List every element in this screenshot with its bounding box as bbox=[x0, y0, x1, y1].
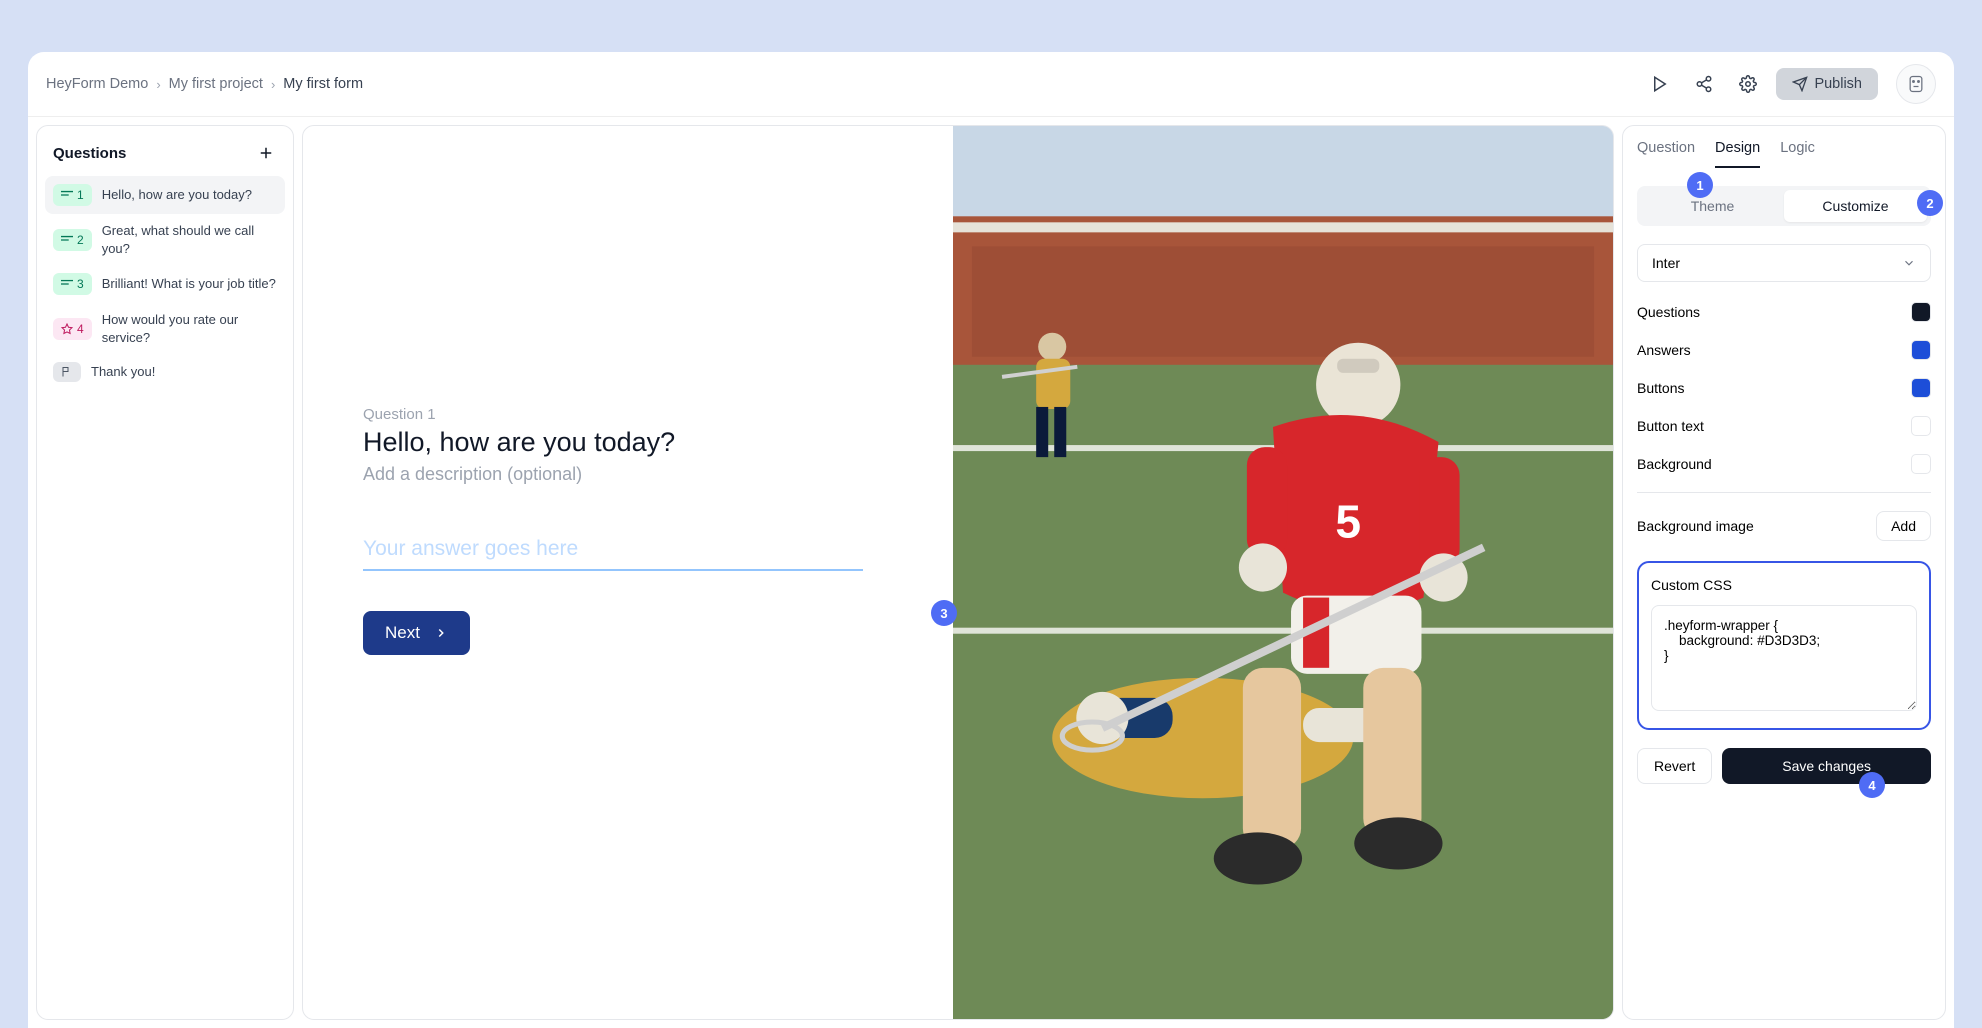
question-type-badge bbox=[53, 362, 81, 382]
save-changes-button[interactable]: Save changes bbox=[1722, 748, 1931, 784]
question-type-badge: 1 bbox=[53, 184, 92, 206]
question-image: 5 3 bbox=[953, 126, 1613, 1019]
tab-question[interactable]: Question bbox=[1637, 140, 1695, 168]
font-select[interactable]: Inter bbox=[1637, 244, 1931, 282]
text-icon bbox=[61, 190, 73, 200]
question-number: 2 bbox=[77, 233, 84, 247]
questions-color-swatch[interactable] bbox=[1911, 302, 1931, 322]
next-label: Next bbox=[385, 623, 420, 643]
breadcrumb-item-project[interactable]: My first project bbox=[169, 76, 263, 92]
question-description[interactable]: Add a description (optional) bbox=[363, 464, 883, 485]
custom-css-textarea[interactable] bbox=[1651, 605, 1917, 711]
answers-color-swatch[interactable] bbox=[1911, 340, 1931, 360]
question-type-badge: 4 bbox=[53, 318, 92, 340]
annotation-badge: 3 bbox=[931, 600, 957, 626]
subtab-theme[interactable]: Theme bbox=[1641, 190, 1784, 222]
add-question-button[interactable] bbox=[255, 142, 277, 164]
question-text: How would you rate our service? bbox=[102, 311, 277, 346]
app-window: HeyForm Demo › My first project › My fir… bbox=[28, 52, 1954, 1028]
preview-button[interactable] bbox=[1640, 64, 1680, 104]
question-item[interactable]: 3 Brilliant! What is your job title? bbox=[45, 265, 285, 303]
tab-design[interactable]: Design bbox=[1715, 140, 1760, 168]
answer-input[interactable] bbox=[363, 529, 863, 571]
button-text-color-swatch[interactable] bbox=[1911, 416, 1931, 436]
question-number: 1 bbox=[77, 188, 84, 202]
avatar-icon bbox=[1906, 74, 1926, 94]
chevron-right-icon bbox=[434, 626, 448, 640]
chevron-right-icon: › bbox=[271, 77, 275, 92]
form-preview-panel: Question 1 Hello, how are you today? Add… bbox=[302, 125, 1614, 1020]
settings-button[interactable] bbox=[1728, 64, 1768, 104]
question-item[interactable]: 1 Hello, how are you today? bbox=[45, 176, 285, 214]
add-background-image-button[interactable]: Add bbox=[1876, 511, 1931, 541]
background-color-swatch[interactable] bbox=[1911, 454, 1931, 474]
svg-text:5: 5 bbox=[1335, 495, 1361, 547]
buttons-color-swatch[interactable] bbox=[1911, 378, 1931, 398]
chevron-down-icon bbox=[1902, 256, 1916, 270]
header-actions: Publish bbox=[1640, 64, 1936, 104]
custom-css-block: Custom CSS bbox=[1637, 561, 1931, 730]
font-value: Inter bbox=[1652, 255, 1680, 271]
text-icon bbox=[61, 235, 73, 245]
questions-color-label: Questions bbox=[1637, 304, 1700, 320]
background-color-label: Background bbox=[1637, 456, 1712, 472]
question-item[interactable]: 2 Great, what should we call you? bbox=[45, 214, 285, 265]
tab-logic[interactable]: Logic bbox=[1780, 140, 1815, 168]
gear-icon bbox=[1739, 75, 1757, 93]
panel-tabs: Question Design Logic bbox=[1637, 140, 1931, 168]
text-icon bbox=[61, 279, 73, 289]
revert-button[interactable]: Revert bbox=[1637, 748, 1712, 784]
buttons-color-label: Buttons bbox=[1637, 380, 1684, 396]
share-icon bbox=[1695, 75, 1713, 93]
custom-css-label: Custom CSS bbox=[1651, 577, 1917, 593]
question-text: Great, what should we call you? bbox=[102, 222, 277, 257]
question-number: 4 bbox=[77, 322, 84, 336]
publish-label: Publish bbox=[1814, 76, 1862, 92]
sidebar-title: Questions bbox=[53, 145, 126, 162]
questions-sidebar: Questions 1 Hello, how are you today? 2 … bbox=[36, 125, 294, 1020]
star-icon bbox=[61, 323, 73, 335]
design-subtabs: Theme Customize bbox=[1637, 186, 1931, 226]
question-item[interactable]: Thank you! bbox=[45, 354, 285, 390]
question-type-badge: 3 bbox=[53, 273, 92, 295]
chevron-right-icon: › bbox=[156, 77, 160, 92]
question-label: Question 1 bbox=[363, 406, 883, 423]
question-text: Thank you! bbox=[91, 363, 277, 381]
breadcrumb: HeyForm Demo › My first project › My fir… bbox=[46, 76, 363, 92]
question-text: Brilliant! What is your job title? bbox=[102, 275, 277, 293]
question-type-badge: 2 bbox=[53, 229, 92, 251]
annotation-badge: 1 bbox=[1687, 172, 1713, 198]
user-avatar[interactable] bbox=[1896, 64, 1936, 104]
next-button[interactable]: Next bbox=[363, 611, 470, 655]
publish-button[interactable]: Publish bbox=[1776, 68, 1878, 100]
breadcrumb-item-form[interactable]: My first form bbox=[283, 76, 363, 92]
question-title[interactable]: Hello, how are you today? bbox=[363, 427, 883, 458]
background-image-label: Background image bbox=[1637, 518, 1754, 534]
annotation-badge: 4 bbox=[1859, 772, 1885, 798]
question-text: Hello, how are you today? bbox=[102, 186, 277, 204]
subtab-customize[interactable]: Customize bbox=[1784, 190, 1927, 222]
button-text-color-label: Button text bbox=[1637, 418, 1704, 434]
body: Questions 1 Hello, how are you today? 2 … bbox=[28, 117, 1954, 1028]
design-panel: Question Design Logic 1 Theme Customize … bbox=[1622, 125, 1946, 1020]
send-icon bbox=[1792, 76, 1808, 92]
play-icon bbox=[1651, 75, 1669, 93]
question-number: 3 bbox=[77, 277, 84, 291]
question-item[interactable]: 4 How would you rate our service? bbox=[45, 303, 285, 354]
divider bbox=[1637, 492, 1931, 493]
share-button[interactable] bbox=[1684, 64, 1724, 104]
flag-icon bbox=[61, 366, 73, 378]
breadcrumb-item-workspace[interactable]: HeyForm Demo bbox=[46, 76, 148, 92]
form-preview: Question 1 Hello, how are you today? Add… bbox=[303, 126, 953, 1019]
plus-icon bbox=[257, 144, 275, 162]
header: HeyForm Demo › My first project › My fir… bbox=[28, 52, 1954, 117]
annotation-badge: 2 bbox=[1917, 190, 1943, 216]
answers-color-label: Answers bbox=[1637, 342, 1691, 358]
